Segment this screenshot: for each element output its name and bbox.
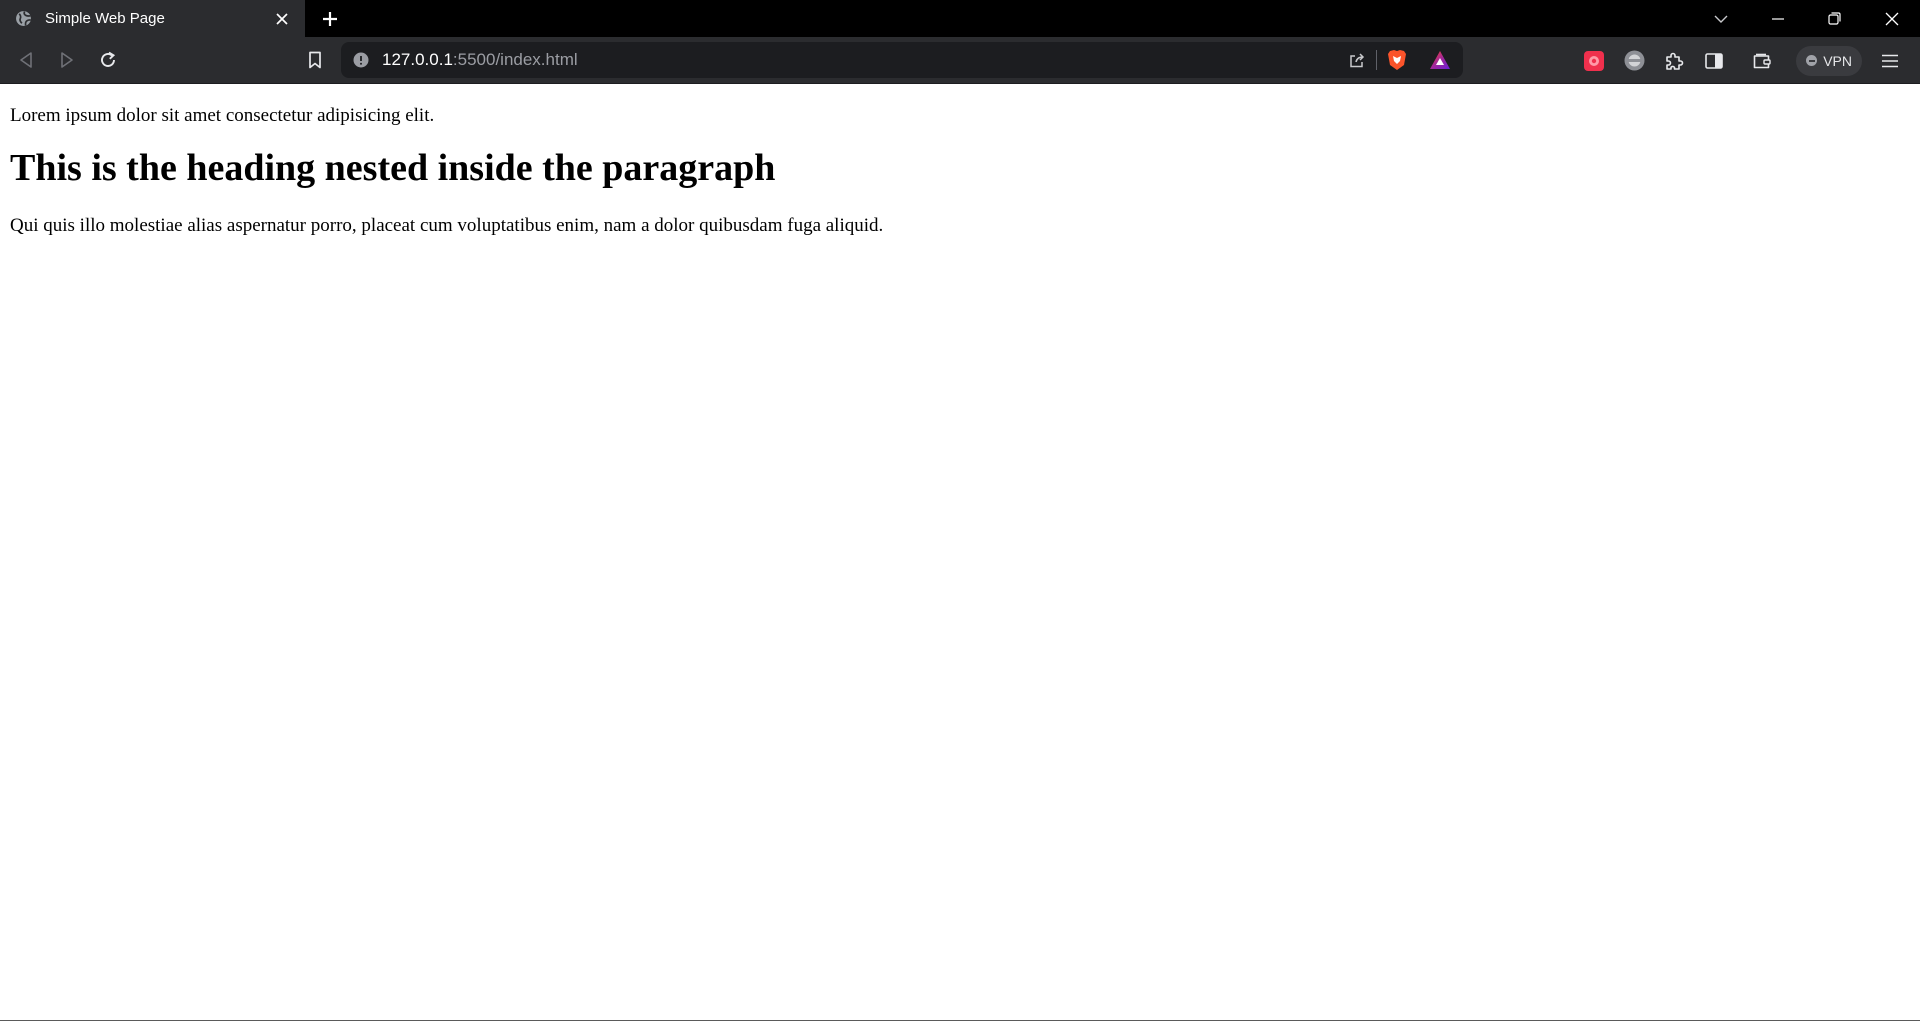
extensions-area: VPN [1574, 37, 1920, 84]
close-icon [1885, 12, 1899, 26]
hamburger-menu-icon [1881, 54, 1899, 68]
tab-title: Simple Web Page [45, 10, 165, 27]
address-bar-actions [1348, 49, 1451, 71]
minimize-icon [1771, 17, 1784, 20]
close-icon[interactable] [271, 8, 293, 30]
share-icon[interactable] [1348, 51, 1366, 69]
forward-button[interactable] [47, 40, 87, 80]
wallet-icon [1753, 53, 1772, 69]
sidebar-icon [1705, 52, 1724, 69]
bookmark-button[interactable] [295, 40, 335, 80]
bookmark-icon [308, 51, 322, 69]
extension-icon [1584, 50, 1605, 71]
globe-icon [15, 10, 33, 28]
forward-arrow-icon [59, 51, 75, 69]
extension-button[interactable] [1574, 41, 1614, 81]
rewards-triangle-icon[interactable] [1429, 50, 1451, 70]
vpn-label: VPN [1823, 52, 1852, 69]
close-window-button[interactable] [1863, 0, 1920, 37]
tab-active[interactable]: Simple Web Page [0, 0, 305, 37]
puzzle-icon [1664, 51, 1684, 71]
menu-button[interactable] [1870, 41, 1910, 81]
browser-toolbar: 127.0.0.1:5500/index.html VPN [0, 37, 1920, 84]
restore-button[interactable] [1806, 0, 1863, 37]
reload-icon [99, 51, 117, 69]
info-icon[interactable] [353, 52, 369, 68]
tab-strip: Simple Web Page [0, 0, 1920, 37]
paragraph-2: Qui quis illo molestiae alias aspernatur… [10, 214, 884, 236]
web-content: Lorem ipsum dolor sit amet consectetur a… [0, 84, 1920, 1021]
minimize-button[interactable] [1749, 0, 1806, 37]
divider [1376, 50, 1377, 70]
new-tab-button[interactable] [305, 0, 355, 37]
wallet-button[interactable] [1742, 41, 1782, 81]
restore-icon [1828, 12, 1841, 25]
url-path: :5500/index.html [452, 50, 578, 69]
tab-list-button[interactable] [1692, 0, 1749, 37]
plus-icon [322, 11, 338, 27]
vpn-status-icon [1806, 55, 1818, 66]
url-host: 127.0.0.1 [382, 50, 453, 69]
extension-icon [1624, 50, 1645, 71]
back-button[interactable] [6, 40, 46, 80]
extension-button[interactable] [1614, 41, 1654, 81]
chevron-down-icon [1714, 15, 1728, 23]
back-arrow-icon [18, 51, 34, 69]
paragraph-1: Lorem ipsum dolor sit amet consectetur a… [10, 105, 435, 126]
vpn-button[interactable]: VPN [1796, 45, 1862, 76]
extensions-button[interactable] [1654, 41, 1694, 81]
address-bar[interactable]: 127.0.0.1:5500/index.html [341, 42, 1463, 78]
reload-button[interactable] [88, 40, 128, 80]
brave-lion-icon[interactable] [1387, 49, 1407, 71]
page-heading: This is the heading nested inside the pa… [10, 147, 776, 189]
tab-strip-spacer [355, 0, 1692, 37]
sidebar-button[interactable] [1694, 41, 1734, 81]
url-text[interactable]: 127.0.0.1:5500/index.html [382, 50, 1348, 70]
